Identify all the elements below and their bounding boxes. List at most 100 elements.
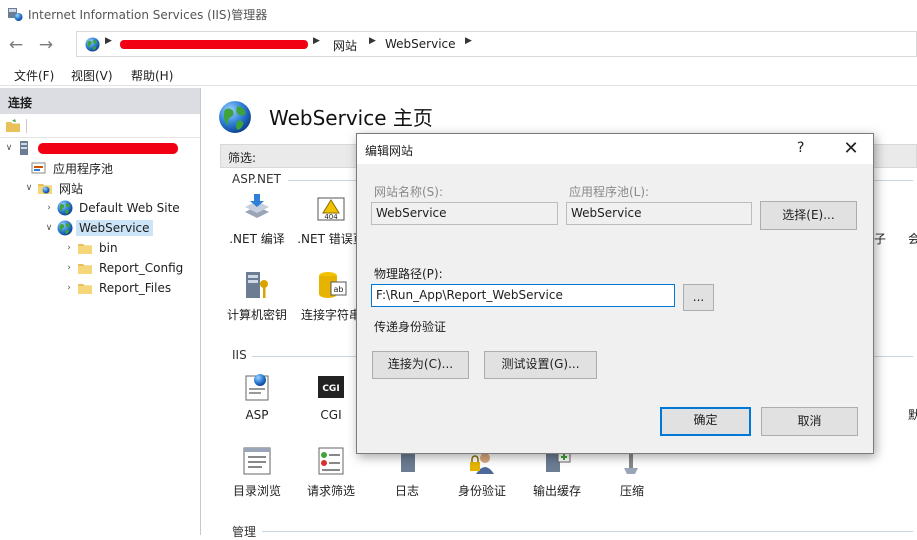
physical-path-input[interactable]: F:\Run_App\Report_WebService [371, 284, 675, 307]
globe-icon [218, 100, 252, 134]
feature-directory-browsing[interactable]: 目录浏览 [221, 444, 293, 499]
tree-label-sites: 网站 [59, 181, 84, 196]
iis-app-icon [8, 8, 23, 21]
feature-label: .NET 编译 [229, 232, 285, 246]
feature-label: 目录浏览 [232, 484, 281, 498]
feature-label: 身份验证 [457, 484, 506, 498]
connections-header: 连接 [0, 88, 200, 114]
connections-toolbar [0, 114, 200, 138]
connection-string-icon: ab [319, 272, 347, 298]
chevron-right-icon[interactable]: ▶ [465, 36, 472, 46]
chevron-right-icon[interactable]: ▶ [105, 36, 112, 46]
chevron-right-icon[interactable]: ▶ [313, 36, 320, 46]
group-title-management: 管理 [232, 525, 257, 539]
chevron-right-icon[interactable]: › [64, 283, 74, 293]
request-filtering-icon [318, 447, 344, 475]
title-bar: Internet Information Services (IIS)管理器 [0, 0, 917, 28]
physical-path-label: 物理路径(P): [374, 267, 443, 281]
cgi-icon: CGI [318, 376, 344, 398]
menu-file[interactable]: 文件(F) [14, 67, 54, 84]
feature-dotnet-compile[interactable]: .NET 编译 [221, 192, 293, 247]
chevron-right-icon[interactable]: › [64, 263, 74, 273]
feature-label-partial[interactable]: 子 [874, 230, 886, 247]
feature-label-partial[interactable]: 默 [908, 406, 917, 423]
connections-panel: 连接 ∨ 应用程序池 ∨ 网站 › Default Web Site ∨ Web… [0, 88, 201, 535]
site-name-field[interactable]: WebService [371, 202, 558, 225]
tree-item-server[interactable]: ∨ [4, 138, 178, 158]
address-bar[interactable]: ▶ ▶ 网站 ▶ WebService ▶ [76, 31, 917, 57]
group-title-iis: IIS [232, 348, 247, 362]
tree-label-default-web-site: Default Web Site [79, 201, 180, 215]
server-icon [20, 141, 28, 155]
globe-icon [85, 37, 100, 52]
chevron-down-icon[interactable]: ∨ [44, 223, 54, 233]
app-pool-label: 应用程序池(L): [569, 185, 650, 199]
back-button[interactable]: ← [2, 33, 30, 57]
folder-icon [77, 240, 93, 256]
tree-item-bin[interactable]: › bin [64, 238, 121, 258]
feature-label: ASP [245, 408, 269, 422]
globe-icon [57, 200, 73, 216]
tree-item-app-pools[interactable]: 应用程序池 [28, 158, 116, 178]
directory-browsing-icon [243, 447, 271, 475]
chevron-right-icon[interactable]: › [44, 203, 54, 213]
group-title-aspnet: ASP.NET [232, 172, 281, 186]
tree-label-report-files: Report_Files [99, 281, 172, 295]
close-icon: ✕ [843, 138, 859, 159]
help-button[interactable]: ? [797, 140, 804, 156]
compile-icon [245, 194, 269, 218]
folder-icon [77, 260, 93, 276]
folder-icon [77, 280, 93, 296]
connect-as-button[interactable]: 连接为(C)... [372, 351, 469, 379]
test-settings-button[interactable]: 测试设置(G)... [484, 351, 597, 379]
close-button[interactable]: ✕ [837, 136, 865, 162]
edit-site-dialog: 编辑网站 ? ✕ 网站名称(S): WebService 应用程序池(L): W… [356, 133, 874, 454]
chevron-right-icon[interactable]: ▶ [369, 36, 376, 46]
page-title: WebService 主页 [269, 106, 433, 130]
arrow-left-icon: ← [8, 35, 24, 55]
feature-label-partial[interactable]: 会 [908, 230, 917, 247]
filter-label: 筛选: [228, 151, 257, 165]
feature-label: 输出缓存 [532, 484, 581, 498]
error-page-icon: 404 [317, 197, 345, 221]
sites-folder-icon [37, 180, 53, 196]
select-app-pool-button[interactable]: 选择(E)... [760, 201, 857, 230]
tree-item-webservice[interactable]: ∨ WebService [44, 218, 153, 238]
address-segment-webservice[interactable]: WebService [385, 37, 456, 51]
svg-text:404: 404 [324, 213, 338, 221]
menu-help[interactable]: 帮助(H) [131, 67, 173, 84]
menu-view[interactable]: 视图(V) [71, 67, 113, 84]
cancel-button[interactable]: 取消 [761, 407, 858, 436]
svg-text:CGI: CGI [322, 384, 339, 394]
site-name-label: 网站名称(S): [374, 185, 444, 199]
tree-item-default-web-site[interactable]: › Default Web Site [44, 198, 183, 218]
pass-through-auth-label: 传递身份验证 [374, 320, 447, 334]
redacted-server-name [120, 40, 308, 49]
feature-label: 计算机密钥 [226, 308, 287, 322]
feature-machine-key[interactable]: 计算机密钥 [221, 268, 293, 323]
feature-label: 请求筛选 [306, 484, 355, 498]
dialog-title: 编辑网站 [365, 144, 414, 158]
chevron-right-icon[interactable]: › [64, 243, 74, 253]
menu-bar: 文件(F) 视图(V) 帮助(H) [0, 64, 917, 86]
tree-item-report-config[interactable]: › Report_Config [64, 258, 186, 278]
machine-key-icon [246, 272, 268, 298]
ok-button[interactable]: 确定 [660, 407, 751, 436]
redacted-server-name [38, 142, 178, 154]
window-title: Internet Information Services (IIS)管理器 [28, 8, 268, 22]
tree-item-sites[interactable]: ∨ 网站 [24, 178, 86, 198]
app-pool-field[interactable]: WebService [566, 202, 752, 225]
address-segment-sites[interactable]: 网站 [333, 37, 357, 54]
dialog-title-bar: 编辑网站 ? ✕ [357, 134, 873, 164]
forward-button[interactable]: → [32, 33, 60, 57]
asp-icon [245, 374, 269, 401]
tree-item-report-files[interactable]: › Report_Files [64, 278, 174, 298]
feature-asp[interactable]: ASP [221, 370, 293, 422]
tree-label-webservice: WebService [76, 220, 153, 236]
toolbar-divider [26, 119, 27, 133]
globe-icon [57, 220, 73, 236]
chevron-down-icon[interactable]: ∨ [4, 143, 14, 153]
chevron-down-icon[interactable]: ∨ [24, 183, 34, 193]
connect-icon[interactable] [5, 118, 21, 134]
browse-path-button[interactable]: ... [683, 284, 714, 311]
